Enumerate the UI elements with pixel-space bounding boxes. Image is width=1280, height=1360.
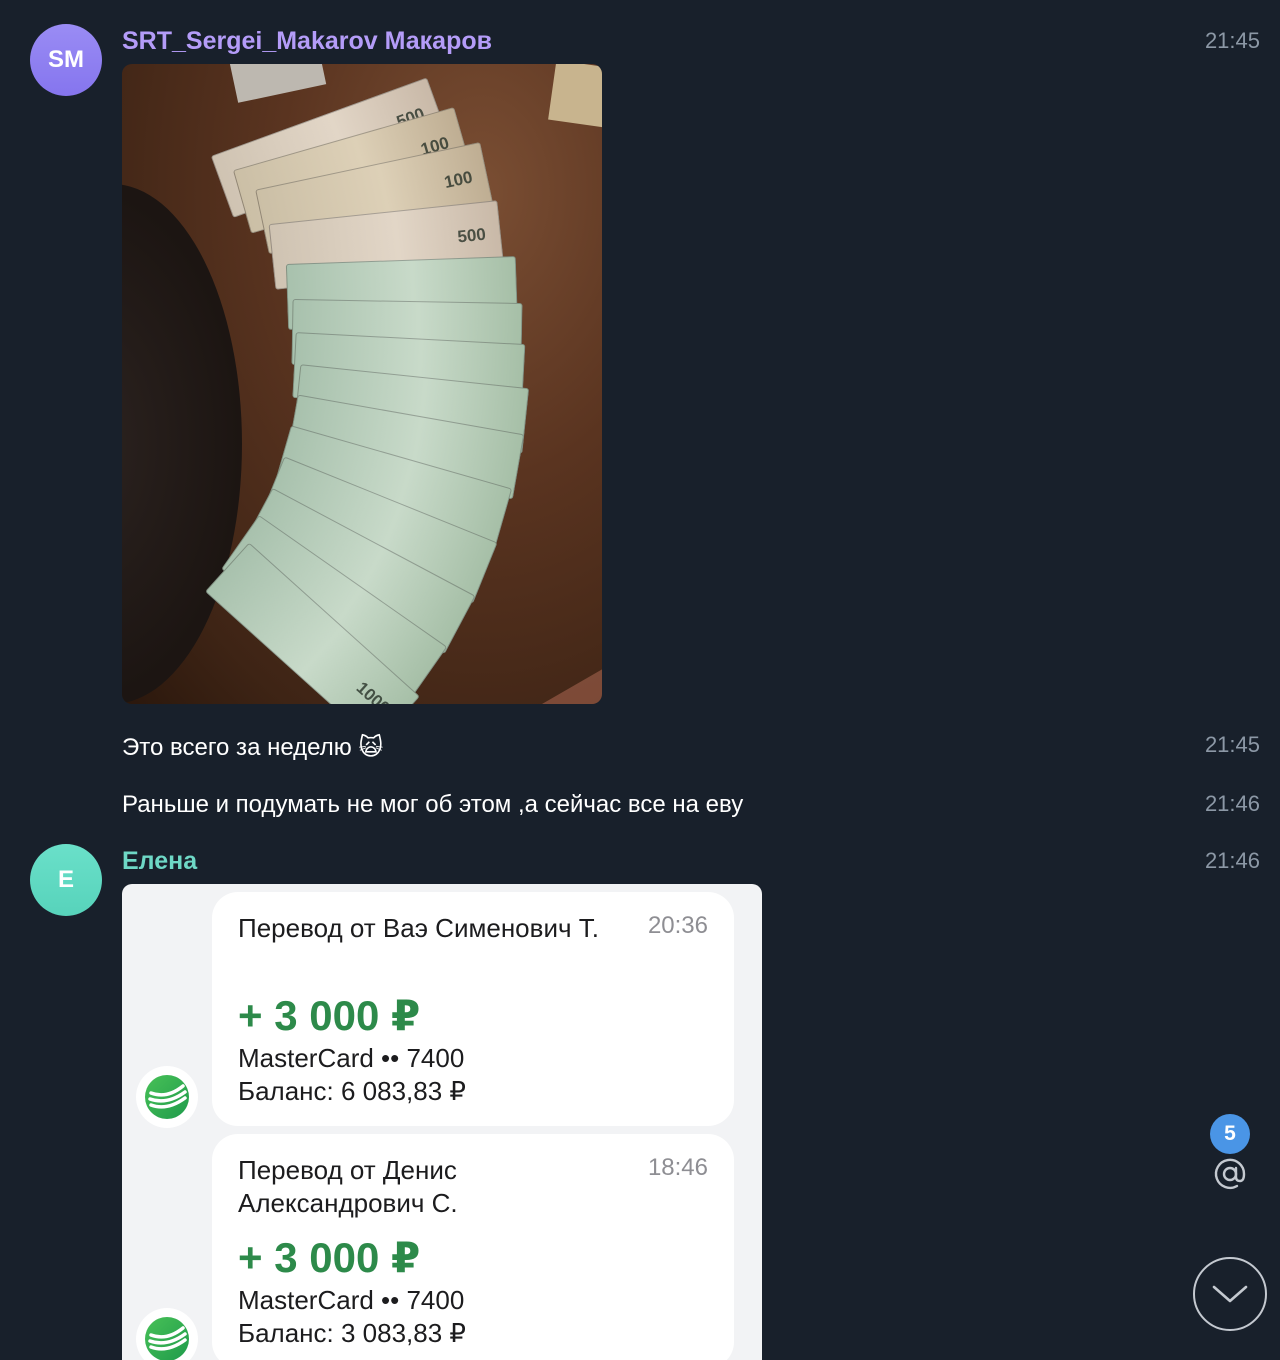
avatar-sergei[interactable]: SM [30,24,102,96]
sender-name-sergei[interactable]: SRT_Sergei_Makarov Макаров [122,24,492,58]
notification-title: Перевод от Ваэ Сименович Т. [238,913,599,943]
notification-amount: + 3 000 ₽ [238,1234,421,1281]
notification-time: 18:46 [647,1154,708,1181]
sberbank-logo-icon [136,1308,198,1360]
table-edge-shadow [122,184,242,704]
sberbank-logo-icon [136,1066,198,1128]
message-time: 21:46 [1204,791,1260,816]
mention-icon[interactable] [1210,1154,1250,1194]
chat-history[interactable]: SM SRT_Sergei_Makarov Макаров 21:45 500 … [0,0,1280,1360]
message-time: 21:45 [1204,28,1260,53]
message-text: Раньше и подумать не мог об этом ,а сейч… [122,791,744,818]
notification-balance: Баланс: 3 083,83 ₽ [238,1318,466,1348]
paper-corner [548,64,602,128]
notification-title: Перевод от Денис Александрович С. [238,1155,458,1218]
ruler [517,638,602,704]
message-time: 21:46 [1204,848,1260,873]
bank-notification: Перевод от Ваэ Сименович Т. 20:36 + 3 00… [212,892,734,1126]
notification-balance: Баланс: 6 083,83 ₽ [238,1076,466,1106]
sender-name-elena[interactable]: Елена [122,844,197,878]
notification-card: MasterCard •• 7400 [238,1043,465,1073]
photo-money-banknotes[interactable]: 500 100 100 500 1000 [122,64,602,704]
message-text: Это всего за неделю 🙀 [122,734,384,761]
unread-mentions-badge[interactable]: 5 [1210,1114,1250,1154]
message-time: 21:45 [1204,732,1260,757]
notification-card: MasterCard •• 7400 [238,1285,465,1315]
notification-amount: + 3 000 ₽ [238,992,421,1039]
paper-sheet [227,64,327,103]
chevron-down-icon [1212,1285,1248,1303]
photo-bank-notifications[interactable]: Перевод от Ваэ Сименович Т. 20:36 + 3 00… [122,884,762,1360]
scroll-down-button[interactable] [1193,1257,1267,1331]
bank-notification: Перевод от Денис Александрович С. 18:46 … [212,1134,734,1360]
notification-time: 20:36 [647,912,708,939]
avatar-elena[interactable]: Е [30,844,102,916]
